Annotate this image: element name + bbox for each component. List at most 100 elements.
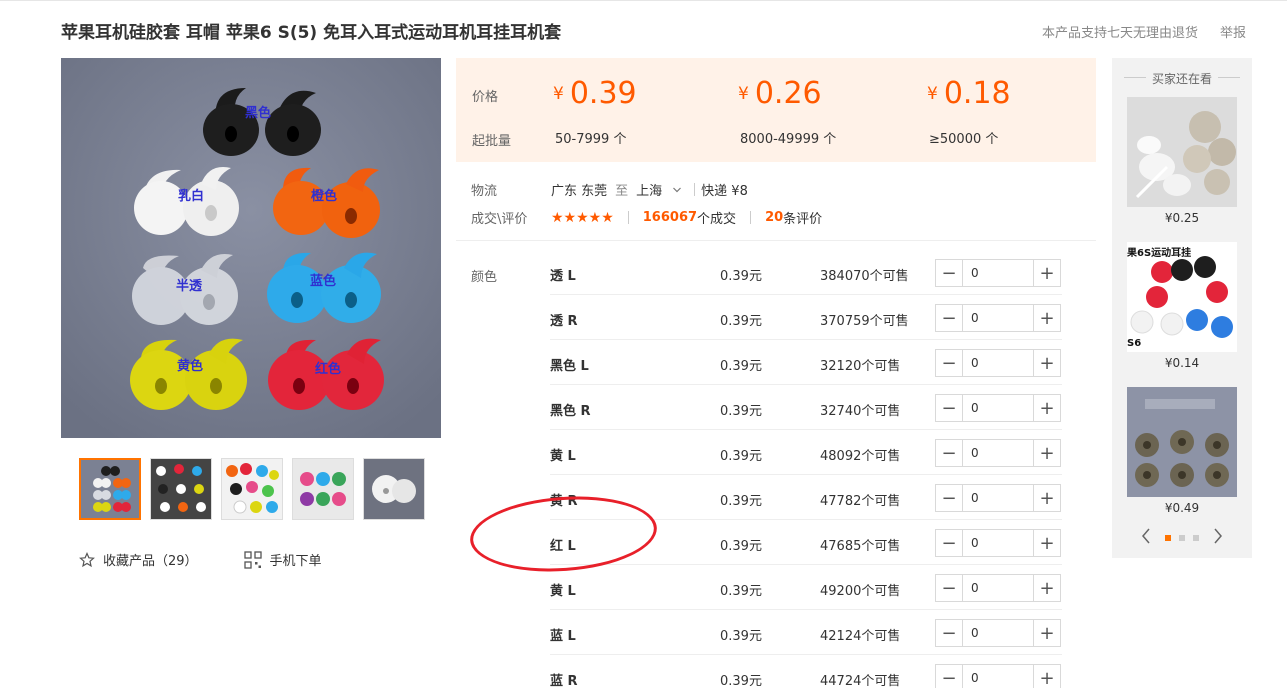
decrease-quantity-button[interactable]: − bbox=[936, 305, 963, 331]
logistics-separator bbox=[694, 183, 696, 196]
also-viewed-item[interactable]: ¥0.49 bbox=[1127, 387, 1237, 515]
thumbnail-2-image bbox=[151, 459, 211, 519]
increase-quantity-button[interactable]: + bbox=[1033, 350, 1060, 376]
sku-stock: 32120个可售 bbox=[820, 359, 901, 374]
thumbnail-2[interactable] bbox=[150, 458, 212, 520]
decrease-quantity-button[interactable]: − bbox=[936, 530, 963, 556]
quantity-input[interactable] bbox=[963, 350, 1033, 376]
quantity-input[interactable] bbox=[963, 665, 1033, 688]
sku-row: 黄 L 0.39元 48092个可售 − + bbox=[550, 430, 1062, 475]
carousel-next-button[interactable] bbox=[1213, 528, 1223, 548]
sku-name: 黑色 L bbox=[550, 359, 589, 374]
quantity-input[interactable] bbox=[963, 260, 1033, 286]
sku-row: 黄 L 0.39元 49200个可售 − + bbox=[550, 565, 1062, 610]
increase-quantity-button[interactable]: + bbox=[1033, 305, 1060, 331]
return-policy-link[interactable]: 本产品支持七天无理由退货 bbox=[1042, 22, 1198, 41]
quantity-input[interactable] bbox=[963, 530, 1033, 556]
thumbnail-3[interactable] bbox=[221, 458, 283, 520]
quantity-input[interactable] bbox=[963, 620, 1033, 646]
sku-name: 黄 L bbox=[550, 584, 576, 599]
increase-quantity-button[interactable]: + bbox=[1033, 620, 1060, 646]
price-tier-1: ¥0.39 bbox=[553, 76, 637, 111]
thumbnail-1-image bbox=[81, 460, 139, 518]
mobile-order-button[interactable]: 手机下单 bbox=[243, 550, 322, 569]
quantity-input[interactable] bbox=[963, 440, 1033, 466]
decrease-quantity-button[interactable]: − bbox=[936, 395, 963, 421]
sku-row: 黄 R 0.39元 47782个可售 − + bbox=[550, 475, 1062, 520]
thumbnail-5[interactable] bbox=[363, 458, 425, 520]
increase-quantity-button[interactable]: + bbox=[1033, 530, 1060, 556]
ship-from: 广东 东莞 bbox=[551, 184, 608, 199]
sku-row: 蓝 L 0.39元 42124个可售 − + bbox=[550, 610, 1062, 655]
also-viewed-item[interactable]: ¥0.25 bbox=[1127, 97, 1237, 225]
quantity-input[interactable] bbox=[963, 305, 1033, 331]
carousel-dot[interactable] bbox=[1165, 535, 1171, 541]
qr-code-icon bbox=[243, 550, 262, 569]
color-label: 颜色 bbox=[471, 270, 498, 285]
sku-name: 透 R bbox=[550, 314, 578, 329]
decrease-quantity-button[interactable]: − bbox=[936, 260, 963, 286]
quantity-stepper: − + bbox=[935, 439, 1061, 467]
report-link[interactable]: 举报 bbox=[1220, 22, 1246, 41]
sku-stock: 47782个可售 bbox=[820, 494, 901, 509]
sku-name: 蓝 R bbox=[550, 674, 578, 688]
also-viewed-image bbox=[1127, 387, 1237, 497]
review-count[interactable]: 20 bbox=[765, 210, 783, 225]
favorite-product-button[interactable]: 收藏产品（29） bbox=[79, 550, 198, 569]
decrease-quantity-button[interactable]: − bbox=[936, 620, 963, 646]
also-viewed-price: ¥0.49 bbox=[1164, 501, 1200, 515]
range-tier-2: 8000-49999 个 bbox=[740, 132, 837, 147]
sku-stock: 48092个可售 bbox=[820, 449, 901, 464]
decrease-quantity-button[interactable]: − bbox=[936, 575, 963, 601]
decrease-quantity-button[interactable]: − bbox=[936, 350, 963, 376]
sku-row: 黑色 L 0.39元 32120个可售 − + bbox=[550, 340, 1062, 385]
price-label: 价格 bbox=[472, 90, 499, 105]
rating-stars-icon: ★★★★★ bbox=[551, 209, 614, 226]
sku-row: 红 L 0.39元 47685个可售 − + bbox=[550, 520, 1062, 565]
product-actions: 收藏产品（29） 手机下单 bbox=[79, 550, 322, 569]
thumbnail-4[interactable] bbox=[292, 458, 354, 520]
carousel-dots bbox=[1165, 535, 1199, 541]
decrease-quantity-button[interactable]: − bbox=[936, 440, 963, 466]
decrease-quantity-button[interactable]: − bbox=[936, 665, 963, 688]
carousel-dot[interactable] bbox=[1179, 535, 1185, 541]
carousel-prev-button[interactable] bbox=[1141, 528, 1151, 548]
quantity-input[interactable] bbox=[963, 485, 1033, 511]
image-label-orange: 橙色 bbox=[311, 189, 338, 204]
increase-quantity-button[interactable]: + bbox=[1033, 395, 1060, 421]
thumbnail-1[interactable] bbox=[79, 458, 141, 520]
ship-to-select[interactable]: 上海 bbox=[636, 180, 682, 199]
sku-name: 黄 R bbox=[550, 494, 578, 509]
section-divider bbox=[456, 240, 1096, 241]
deal-count[interactable]: 166067 bbox=[643, 210, 697, 225]
main-product-image[interactable]: 黑色 乳白 橙色 半透 蓝色 黄色 红色 bbox=[61, 58, 441, 438]
deals-label: 成交\评价 bbox=[471, 212, 528, 227]
quantity-input[interactable] bbox=[963, 395, 1033, 421]
decrease-quantity-button[interactable]: − bbox=[936, 485, 963, 511]
quantity-stepper: − + bbox=[935, 574, 1061, 602]
increase-quantity-button[interactable]: + bbox=[1033, 485, 1060, 511]
increase-quantity-button[interactable]: + bbox=[1033, 665, 1060, 688]
sku-price: 0.39元 bbox=[720, 674, 762, 688]
sku-row: 透 L 0.39元 384070个可售 − + bbox=[550, 250, 1062, 295]
also-viewed-item[interactable]: 果6S运动耳挂 S6 ¥0.14 bbox=[1127, 242, 1237, 370]
image-label-black: 黑色 bbox=[245, 106, 272, 121]
sku-price: 0.39元 bbox=[720, 629, 762, 644]
image-label-blue: 蓝色 bbox=[310, 274, 337, 289]
price-tier-3: ¥0.18 bbox=[927, 76, 1011, 111]
increase-quantity-button[interactable]: + bbox=[1033, 575, 1060, 601]
also-viewed-title: 买家还在看 bbox=[1112, 70, 1252, 87]
quantity-input[interactable] bbox=[963, 575, 1033, 601]
sku-price: 0.39元 bbox=[720, 539, 762, 554]
increase-quantity-button[interactable]: + bbox=[1033, 440, 1060, 466]
ship-to-city: 上海 bbox=[636, 184, 663, 199]
quantity-stepper: − + bbox=[935, 619, 1061, 647]
also-viewed-image: 果6S运动耳挂 S6 bbox=[1127, 242, 1237, 352]
moq-label: 起批量 bbox=[472, 134, 512, 149]
increase-quantity-button[interactable]: + bbox=[1033, 260, 1060, 286]
chevron-down-icon bbox=[673, 187, 682, 192]
ship-to-word: 至 bbox=[615, 184, 629, 199]
carousel-dot[interactable] bbox=[1193, 535, 1199, 541]
also-viewed-caption-top: 果6S运动耳挂 bbox=[1127, 248, 1192, 259]
also-viewed-price: ¥0.25 bbox=[1164, 211, 1200, 225]
